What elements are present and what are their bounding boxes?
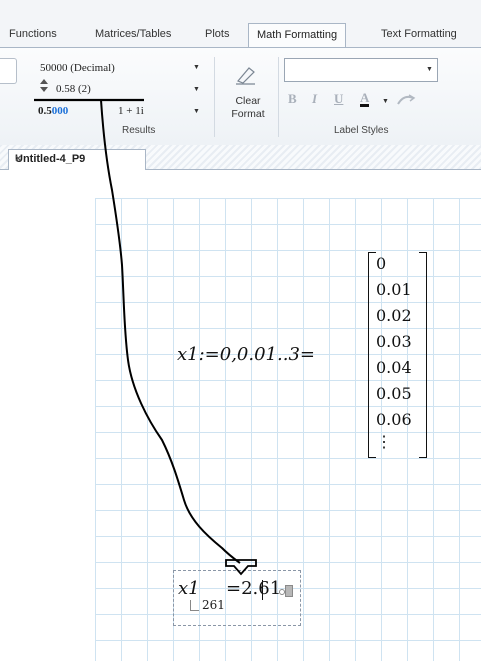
annotation-curve [100,99,241,564]
annotation-arrowhead [225,559,257,576]
annotation-arrow [34,98,257,576]
